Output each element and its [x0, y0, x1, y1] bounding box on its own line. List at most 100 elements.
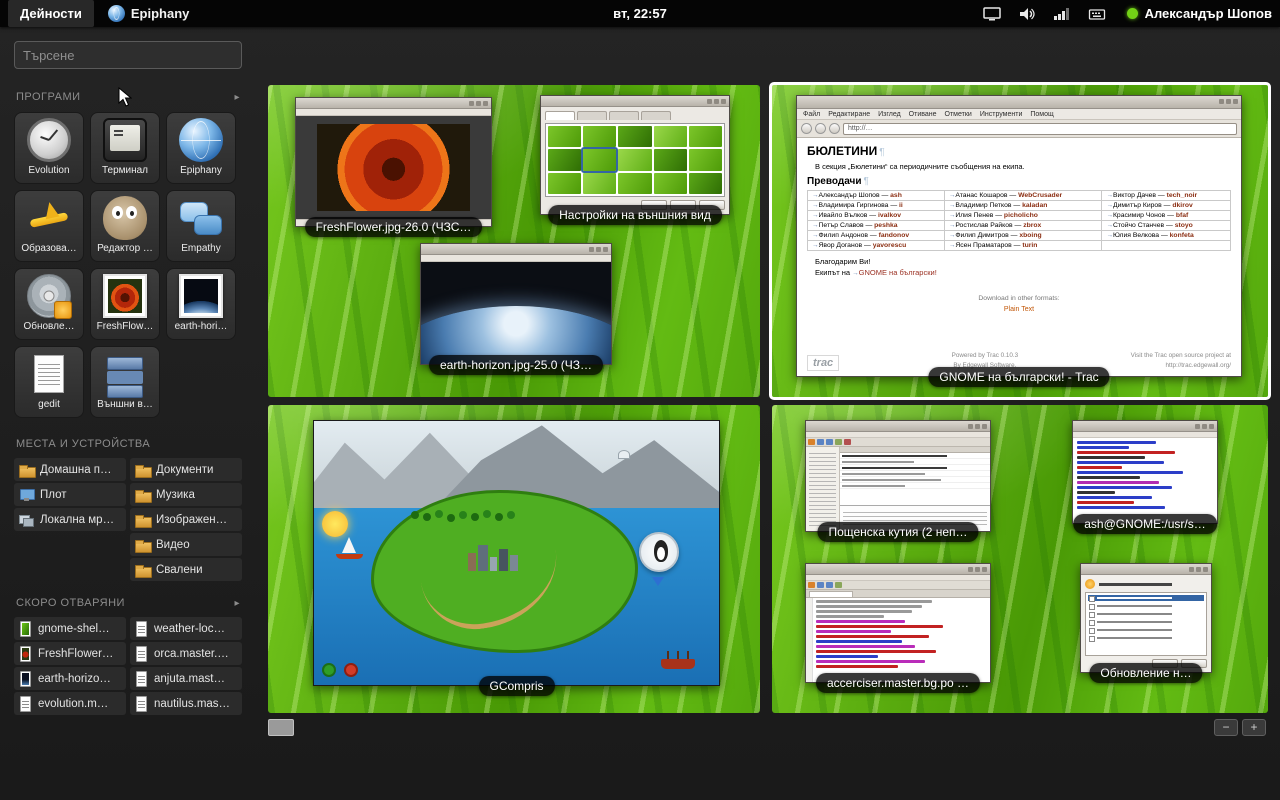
- place-videos[interactable]: Видео: [130, 533, 242, 556]
- place-downloads[interactable]: Свалени: [130, 558, 242, 581]
- recent-expand-arrow-icon[interactable]: ▸: [234, 598, 240, 609]
- place-desktop[interactable]: Плот: [14, 483, 126, 506]
- line-number-gutter: [806, 598, 813, 682]
- update-header: [1085, 579, 1207, 589]
- recent-item[interactable]: evolution.m…: [14, 692, 126, 715]
- terminal-output: [1073, 438, 1217, 523]
- window-freshflower[interactable]: FreshFlower.jpg-26.0 (ЧЗС…: [295, 97, 492, 227]
- app-tile-freshflower[interactable]: FreshFlow…: [90, 268, 160, 340]
- app-tile-epiphany[interactable]: Epiphany: [166, 112, 236, 184]
- recent-item[interactable]: earth-horizo…: [14, 667, 126, 690]
- place-home[interactable]: Домашна п…: [14, 458, 126, 481]
- satellite-dish: [618, 450, 630, 459]
- app-label: Empathy: [181, 243, 220, 254]
- section-places-header: МЕСТА И УСТРОЙСТВА: [14, 438, 242, 450]
- app-menu[interactable]: Epiphany: [108, 5, 190, 22]
- editor-body: [806, 598, 990, 682]
- window-titlebar: [1081, 564, 1211, 575]
- flower-photo: [317, 124, 469, 211]
- window-earth-horizon[interactable]: earth-horizon.jpg-25.0 (ЧЗ…: [420, 243, 612, 365]
- place-music[interactable]: Музика: [130, 483, 242, 506]
- folder-pane: [806, 447, 840, 531]
- red-token: [344, 663, 358, 677]
- presence-available-icon: [1127, 8, 1138, 19]
- workspace-2-active[interactable]: ФайлРедактиранеИзгледОтиванеОтметкиИнстр…: [769, 82, 1271, 400]
- search-input[interactable]: [14, 41, 242, 69]
- folder-icon: [135, 513, 150, 527]
- image-viewer-canvas: [296, 116, 491, 219]
- window-epiphany-trac[interactable]: ФайлРедактиранеИзгледОтиванеОтметкиИнстр…: [796, 95, 1242, 377]
- trac-intro: В секция „Бюлетини“ са периодичните съоб…: [807, 162, 1231, 171]
- trac-thanks: Благодарим Ви!: [807, 257, 1231, 266]
- display-icon[interactable]: [983, 6, 1001, 22]
- download-block: Download in other formats: Plain Text: [807, 287, 1231, 313]
- app-tile-earth-horizon[interactable]: earth-hori…: [166, 268, 236, 340]
- recent-label: evolution.m…: [38, 698, 108, 710]
- recent-item[interactable]: weather-loc…: [130, 617, 242, 640]
- external-drives-icon: [103, 352, 147, 396]
- app-tile-evolution[interactable]: Evolution: [14, 112, 84, 184]
- workspace-4[interactable]: Пощенска кутия (2 неп… ash@GNOME:/usr/s…: [772, 405, 1268, 713]
- window-gcompris[interactable]: GCompris: [313, 420, 720, 686]
- recent-label: orca.master.…: [154, 648, 229, 660]
- address-bar: http://…: [843, 123, 1237, 135]
- window-gedit[interactable]: accerciser.master.bg.po …: [805, 563, 991, 683]
- recent-label: gnome-shel…: [38, 623, 110, 635]
- workspace-1[interactable]: FreshFlower.jpg-26.0 (ЧЗС… Настройки на …: [268, 85, 760, 397]
- place-label: Музика: [156, 489, 195, 501]
- tab-strip: [806, 590, 990, 598]
- activities-button[interactable]: Дейности: [8, 0, 94, 27]
- remove-workspace-button[interactable]: −: [1214, 719, 1238, 736]
- trac-logo: trac: [807, 355, 839, 371]
- workspace-indicator[interactable]: [268, 719, 294, 736]
- app-tile-terminal[interactable]: Терминал: [90, 112, 160, 184]
- user-name: Александър Шопов: [1145, 6, 1272, 21]
- place-documents[interactable]: Документи: [130, 458, 242, 481]
- app-label: Образова…: [21, 243, 76, 254]
- place-pictures[interactable]: Изображен…: [130, 508, 242, 531]
- user-menu[interactable]: Александър Шопов: [1127, 6, 1272, 21]
- image-flower-icon: [103, 274, 147, 318]
- window-terminal[interactable]: ash@GNOME:/usr/s…: [1072, 420, 1218, 524]
- app-tile-empathy[interactable]: Empathy: [166, 190, 236, 262]
- window-appearance-settings[interactable]: Настройки на външния вид: [540, 95, 730, 215]
- window-title-pill: accerciser.master.bg.po …: [816, 673, 980, 693]
- keyboard-indicator-icon[interactable]: [1088, 6, 1106, 22]
- programs-expand-arrow-icon[interactable]: ▸: [234, 92, 240, 103]
- section-places-title: МЕСТА И УСТРОЙСТВА: [16, 438, 150, 450]
- network-signal-icon[interactable]: [1053, 6, 1071, 22]
- recent-item[interactable]: nautilus.mas…: [130, 692, 242, 715]
- place-local-network[interactable]: Локална мр…: [14, 508, 126, 531]
- window-titlebar: [797, 96, 1241, 109]
- image-earth-icon: [179, 274, 223, 318]
- add-workspace-button[interactable]: +: [1242, 719, 1266, 736]
- app-label: gedit: [38, 399, 60, 410]
- app-label: earth-hori…: [175, 321, 228, 332]
- app-tile-gedit[interactable]: gedit: [14, 346, 84, 418]
- workspace-3[interactable]: GCompris: [268, 405, 760, 713]
- clock[interactable]: вт, 22:57: [613, 6, 667, 21]
- recent-item[interactable]: orca.master.…: [130, 642, 242, 665]
- window-software-update[interactable]: Обновление н…: [1080, 563, 1212, 673]
- text-file-icon: [19, 696, 32, 712]
- red-ship: [661, 659, 695, 669]
- app-tile-external-drives[interactable]: Външни в…: [90, 346, 160, 418]
- section-programs-title: ПРОГРАМИ: [16, 91, 81, 103]
- window-title-pill: earth-horizon.jpg-25.0 (ЧЗ…: [429, 355, 603, 375]
- recent-item[interactable]: anjuta.mast…: [130, 667, 242, 690]
- window-title-pill: GNOME на български! - Trac: [928, 367, 1109, 387]
- update-package-list: [1085, 592, 1207, 656]
- window-evolution-mail[interactable]: Пощенска кутия (2 неп…: [805, 420, 991, 532]
- volume-icon[interactable]: [1018, 6, 1036, 22]
- app-label: Външни в…: [97, 399, 153, 410]
- recent-item[interactable]: gnome-shel…: [14, 617, 126, 640]
- terminal-icon: [103, 118, 147, 162]
- browser-toolbar: http://…: [797, 120, 1241, 138]
- app-tile-software-update[interactable]: Обновле…: [14, 268, 84, 340]
- recent-label: nautilus.mas…: [154, 698, 230, 710]
- app-tile-gcompris[interactable]: Образова…: [14, 190, 84, 262]
- browser-menubar: ФайлРедактиранеИзгледОтиванеОтметкиИнстр…: [797, 109, 1241, 120]
- recent-item[interactable]: FreshFlower…: [14, 642, 126, 665]
- mail-body: [806, 447, 990, 531]
- app-tile-gimp[interactable]: Редактор …: [90, 190, 160, 262]
